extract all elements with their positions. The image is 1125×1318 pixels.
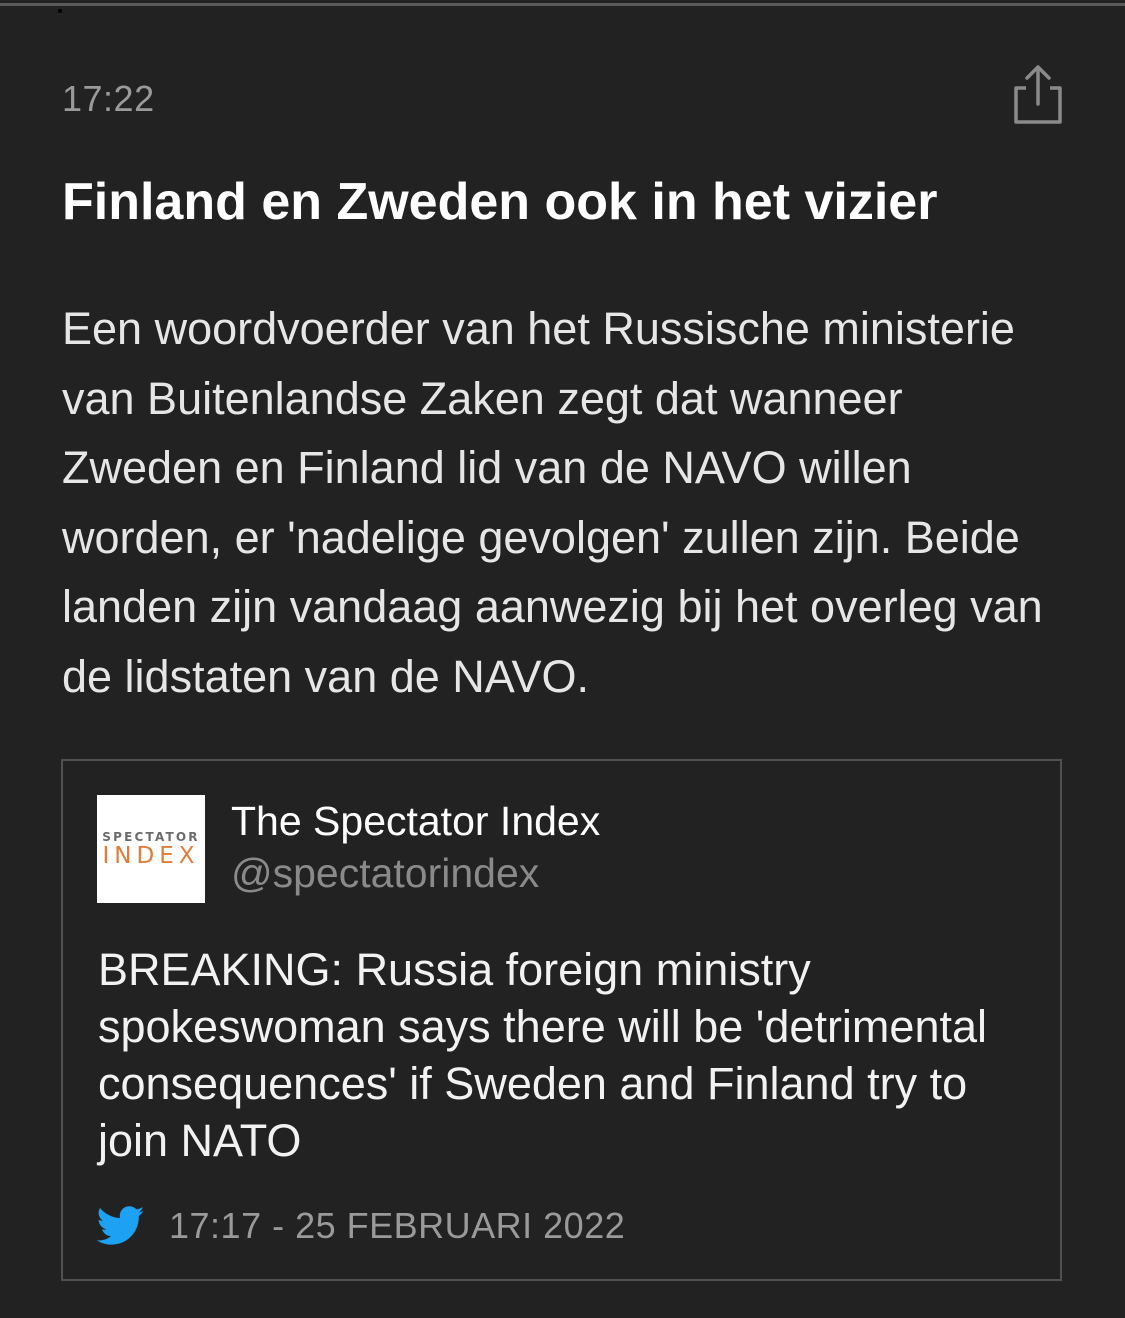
avatar-logo-top: SPECTATOR xyxy=(102,829,200,844)
article-body: Een woordvoerder van het Russische minis… xyxy=(62,303,1043,702)
tweet-author-name[interactable]: The Spectator Index xyxy=(231,797,600,845)
avatar[interactable]: SPECTATOR INDEX xyxy=(97,795,205,903)
top-divider xyxy=(0,3,1125,6)
embedded-tweet[interactable]: SPECTATOR INDEX The Spectator Index @spe… xyxy=(61,759,1062,1281)
tweet-date[interactable]: 17:17 - 25 FEBRUARI 2022 xyxy=(169,1205,625,1247)
article-headline: Finland en Zweden ook in het vizier xyxy=(62,173,938,231)
avatar-logo-bottom: INDEX xyxy=(102,842,200,869)
tweet-text: BREAKING: Russia foreign ministry spokes… xyxy=(98,944,987,1166)
tweet-author-handle[interactable]: @spectatorindex xyxy=(231,849,539,897)
tweet-footer: 17:17 - 25 FEBRUARI 2022 xyxy=(97,1201,625,1251)
status-dot xyxy=(58,9,62,13)
share-button[interactable] xyxy=(1008,62,1068,126)
twitter-bird-icon[interactable] xyxy=(97,1206,145,1246)
share-icon xyxy=(1014,65,1062,124)
article-timestamp: 17:22 xyxy=(62,78,155,119)
